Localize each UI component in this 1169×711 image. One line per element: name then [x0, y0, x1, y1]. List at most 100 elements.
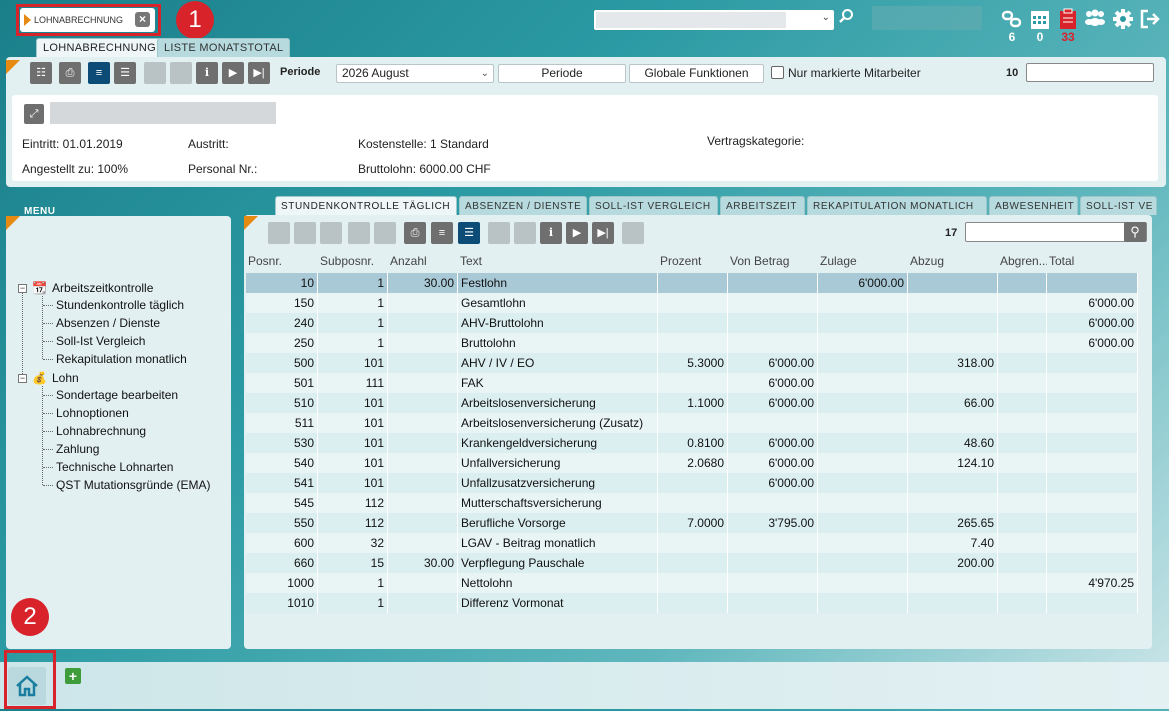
table-cell: 6'000.00	[728, 393, 818, 413]
tab-liste-monatstotal[interactable]: LISTE MONATSTOTAL	[157, 38, 291, 57]
tree-collapse-icon[interactable]: −	[18, 374, 27, 383]
tab-soll-ist-ve[interactable]: SOLL-IST VE	[1080, 196, 1157, 215]
tab-absenzen[interactable]: ABSENZEN / DIENSTE	[459, 196, 587, 215]
sidebar-item-absenzen[interactable]: Absenzen / Dienste	[56, 316, 160, 330]
filter-icon[interactable]: ☷	[30, 62, 52, 84]
tab-arbeitszeit[interactable]: ARBEITSZEIT	[720, 196, 805, 215]
sidebar-item-qst-mutationsgruende[interactable]: QST Mutationsgründe (EMA)	[56, 478, 211, 492]
table-cell: 1.1000	[658, 393, 728, 413]
sidebar-item-lohnoptionen[interactable]: Lohnoptionen	[56, 406, 129, 420]
info-icon[interactable]: i	[540, 222, 562, 244]
table-row[interactable]: 550 112 Berufliche Vorsorge 7.0000 3'795.00 2…	[246, 513, 1138, 533]
table-row[interactable]: 530 101 Krankengeldversicherung 0.8100 6'000…	[246, 433, 1138, 453]
column-header[interactable]: Anzahl	[388, 251, 458, 271]
column-header[interactable]: Posnr.	[246, 251, 318, 271]
table-row[interactable]: 1010 1 Differenz Vormonat	[246, 593, 1138, 613]
align-left-icon[interactable]: ≡	[431, 222, 453, 244]
sidebar-group-lohn[interactable]: Lohn	[52, 371, 79, 385]
table-cell	[1047, 533, 1138, 553]
table-row[interactable]: 500 101 AHV / IV / EO 5.3000 6'000.00 318.00	[246, 353, 1138, 373]
print-icon[interactable]: ⎙	[404, 222, 426, 244]
column-header[interactable]: Total	[1047, 251, 1138, 271]
table-cell	[998, 413, 1047, 433]
table-row[interactable]: 510 101 Arbeitslosenversicherung 1.1000 6'00…	[246, 393, 1138, 413]
sidebar-item-zahlung[interactable]: Zahlung	[56, 442, 99, 456]
sidebar-item-sondertage[interactable]: Sondertage bearbeiten	[56, 388, 178, 402]
sidebar-group-arbeitszeitkontrolle[interactable]: Arbeitszeitkontrolle	[52, 281, 153, 295]
calendar-icon[interactable]	[1028, 8, 1052, 32]
tree-collapse-icon[interactable]: −	[18, 284, 27, 293]
sidebar-item-soll-ist[interactable]: Soll-Ist Vergleich	[56, 334, 145, 348]
globale-funktionen-button[interactable]: Globale Funktionen	[629, 64, 764, 83]
table-row[interactable]: 250 1 Bruttolohn 6'000.00	[246, 333, 1138, 353]
disabled-tool-icon	[622, 222, 644, 244]
sidebar-item-technische-lohnarten[interactable]: Technische Lohnarten	[56, 460, 173, 474]
periode-button[interactable]: Periode	[498, 64, 626, 83]
link-icon[interactable]	[1000, 8, 1024, 32]
table-cell	[818, 393, 908, 413]
column-header[interactable]: Abgren...	[998, 251, 1047, 271]
table-row[interactable]: 540 101 Unfallversicherung 2.0680 6'000.00 12…	[246, 453, 1138, 473]
table-row[interactable]: 600 32 LGAV - Beitrag monatlich 7.40	[246, 533, 1138, 553]
search-icon[interactable]	[838, 8, 856, 26]
expand-icon[interactable]: ⤢	[24, 104, 44, 124]
tab-stundenkontrolle[interactable]: STUNDENKONTROLLE TÄGLICH	[275, 196, 457, 215]
last-icon[interactable]: ▶|	[248, 62, 270, 84]
periode-select[interactable]: 2026 August ⌄	[336, 64, 494, 83]
table-row[interactable]: 240 1 AHV-Bruttolohn 6'000.00	[246, 313, 1138, 333]
list-icon[interactable]: ☰	[114, 62, 136, 84]
tab-abwesenheit[interactable]: ABWESENHEIT	[989, 196, 1078, 215]
table-cell	[1047, 473, 1138, 493]
search-icon[interactable]: ⚲	[1124, 222, 1146, 242]
table-row[interactable]: 501 111 FAK 6'000.00	[246, 373, 1138, 393]
last-icon[interactable]: ▶|	[592, 222, 614, 244]
nur-markierte-checkbox[interactable]	[771, 66, 784, 79]
table-cell	[818, 553, 908, 573]
next-icon[interactable]: ▶	[222, 62, 244, 84]
tab-lohnabrechnung[interactable]: LOHNABRECHNUNG	[36, 38, 163, 57]
column-header[interactable]: Von Betrag	[728, 251, 818, 271]
next-icon[interactable]: ▶	[566, 222, 588, 244]
table-row[interactable]: 511 101 Arbeitslosenversicherung (Zusatz)	[246, 413, 1138, 433]
table-row[interactable]: 541 101 Unfallzusatzversicherung 6'000.00	[246, 473, 1138, 493]
table-row[interactable]: 10 1 30.00 Festlohn 6'000.00	[246, 273, 1138, 293]
table-cell: Arbeitslosenversicherung (Zusatz)	[458, 413, 658, 433]
logout-icon[interactable]	[1138, 8, 1162, 32]
column-header[interactable]: Abzug	[908, 251, 998, 271]
table-cell	[998, 553, 1047, 573]
table-cell	[998, 293, 1047, 313]
tab-soll-ist[interactable]: SOLL-IST VERGLEICH	[589, 196, 718, 215]
record-slider[interactable]	[1026, 63, 1154, 82]
table-row[interactable]: 1000 1 Nettolohn 4'970.25	[246, 573, 1138, 593]
link-count: 6	[1008, 30, 1016, 44]
sidebar-item-rekapitulation[interactable]: Rekapitulation monatlich	[56, 352, 187, 366]
table-cell	[1047, 373, 1138, 393]
table-row[interactable]: 545 112 Mutterschaftsversicherung	[246, 493, 1138, 513]
clipboard-icon[interactable]	[1056, 8, 1080, 32]
tab-rekapitulation[interactable]: REKAPITULATION MONATLICH	[807, 196, 987, 215]
user-select[interactable]: ⌄	[594, 10, 834, 30]
list-icon[interactable]: ☰	[458, 222, 480, 244]
column-header[interactable]: Zulage	[818, 251, 908, 271]
table-cell	[388, 333, 458, 353]
sidebar-item-lohnabrechnung[interactable]: Lohnabrechnung	[56, 424, 146, 438]
table-cell: 660	[246, 553, 318, 573]
table-cell: 101	[318, 353, 388, 373]
content-search-slider[interactable]: ⚲	[965, 222, 1147, 242]
column-header[interactable]: Subposnr.	[318, 251, 388, 271]
table-cell: Berufliche Vorsorge	[458, 513, 658, 533]
table-cell	[388, 393, 458, 413]
sidebar-item-stundenkontrolle[interactable]: Stundenkontrolle täglich	[56, 298, 184, 312]
gear-icon[interactable]	[1111, 8, 1135, 32]
table-row[interactable]: 150 1 Gesamtlohn 6'000.00	[246, 293, 1138, 313]
column-header[interactable]: Prozent	[658, 251, 728, 271]
align-left-icon[interactable]: ≡	[88, 62, 110, 84]
personal-nr-text: Personal Nr.:	[188, 162, 258, 176]
add-button[interactable]: +	[65, 668, 81, 684]
table-cell: 15	[318, 553, 388, 573]
column-header[interactable]: Text	[458, 251, 658, 271]
table-row[interactable]: 660 15 30.00 Verpflegung Pauschale 200.00	[246, 553, 1138, 573]
info-icon[interactable]: i	[196, 62, 218, 84]
print-icon[interactable]: ⎙	[59, 62, 81, 84]
team-icon[interactable]	[1083, 8, 1107, 32]
